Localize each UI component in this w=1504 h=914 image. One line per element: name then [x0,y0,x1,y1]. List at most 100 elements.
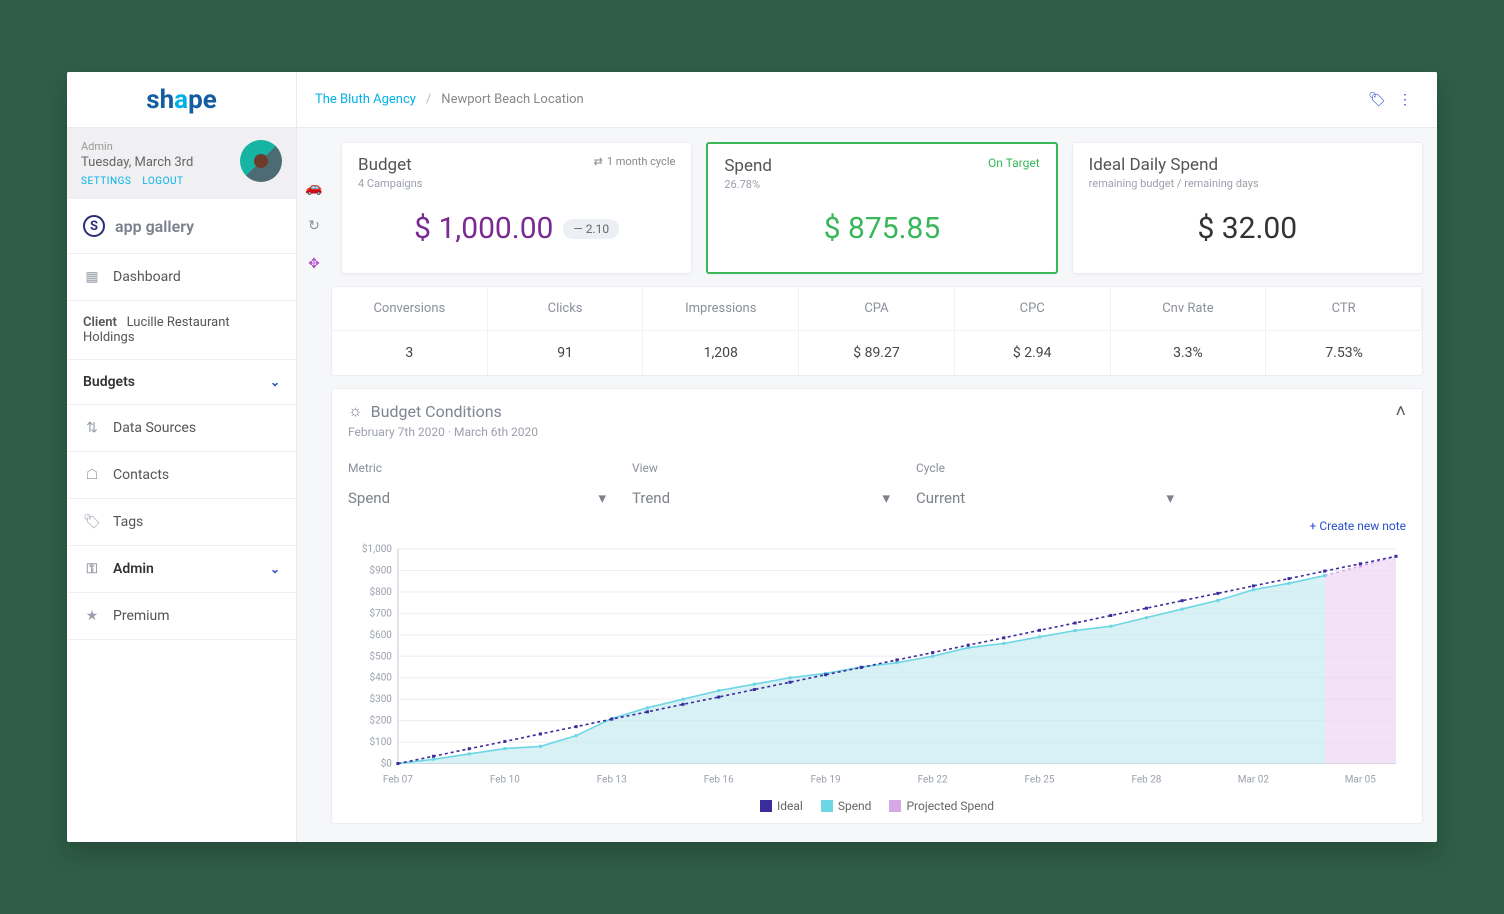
sidebar-item-label: Contacts [113,467,280,483]
svg-text:$600: $600 [369,630,392,641]
kpi-delta-chip: — 2.10 [563,219,619,239]
panel-title: Budget Conditions [371,402,502,421]
data-source-icon: ⇅ [83,419,101,437]
breadcrumb-location: Newport Beach Location [441,92,583,107]
kpi-title: Ideal Daily Spend [1089,155,1259,175]
cycle-icon: ⇄ [594,155,603,168]
kpi-card-spend: Spend 26.78% On Target $ 875.85 [706,142,1057,274]
grid-icon: ▦ [83,268,101,286]
kpi-status: On Target [988,156,1040,170]
budget-conditions-panel: ☼ Budget Conditions February 7th 2020 · … [331,388,1423,824]
svg-text:$200: $200 [369,716,392,727]
breadcrumb-agency[interactable]: The Bluth Agency [315,92,416,107]
client-prefix: Client [83,315,117,330]
sidebar-item-label: Dashboard [113,269,280,285]
user-role: Admin [81,140,230,153]
kpi-value: $ 875.85 [824,211,941,246]
user-box: Admin Tuesday, March 3rd SETTINGS LOGOUT [67,128,296,199]
sidebar-item-dashboard[interactable]: ▦ Dashboard [67,254,296,301]
sidebar-item-admin[interactable]: ⚿ Admin ⌄ [67,546,296,593]
app-gallery-label: app gallery [115,217,194,236]
collapse-panel-icon[interactable]: ˄ [1395,401,1406,422]
kpi-card-budget: Budget 4 Campaigns ⇄ 1 month cycle $ 1,0… [341,142,692,274]
key-icon: ⚿ [83,560,101,578]
tag-action-icon[interactable]: 🏷 [1363,86,1391,114]
caret-down-icon: ▾ [1166,489,1174,507]
sidebar-item-tags[interactable]: 🏷 Tags [67,499,296,546]
metric-value: 91 [488,331,644,375]
star-icon: ★ [83,607,101,625]
more-menu-icon[interactable]: ⋮ [1391,86,1419,114]
svg-text:$0: $0 [381,759,393,770]
svg-text:$100: $100 [369,737,392,748]
svg-text:Feb 16: Feb 16 [704,775,734,786]
weather-icon: ☼ [348,401,363,421]
sidebar-item-premium[interactable]: ★ Premium [67,593,296,640]
metric-value: 1,208 [643,331,799,375]
kpi-sub: 26.78% [724,178,772,191]
legend-ideal: Ideal [777,799,803,813]
svg-text:Mar 05: Mar 05 [1345,775,1377,786]
metric-header: CPC [955,287,1111,331]
filter-label: Metric [348,461,608,475]
create-note-link[interactable]: + Create new note [348,519,1406,533]
kpi-title: Spend [724,156,772,176]
metric-value: $ 89.27 [799,331,955,375]
sidebar-item-label: Budgets [83,374,258,390]
svg-text:Feb 28: Feb 28 [1131,775,1161,786]
logout-link[interactable]: LOGOUT [142,176,183,187]
svg-text:Feb 22: Feb 22 [918,775,948,786]
chevron-down-icon: ⌄ [270,375,280,389]
metric-value: $ 2.94 [955,331,1111,375]
sidebar-client-row[interactable]: Client Lucille Restaurant Holdings [67,301,296,360]
move-icon[interactable]: ✥ [304,254,324,274]
avatar[interactable] [240,140,282,182]
sidebar-item-data-sources[interactable]: ⇅ Data Sources [67,405,296,452]
current-date: Tuesday, March 3rd [81,155,230,170]
car-icon[interactable]: 🚗 [304,178,324,198]
refresh-icon[interactable]: ↻ [304,216,324,236]
legend-proj: Projected Spend [906,799,994,813]
settings-link[interactable]: SETTINGS [81,176,131,187]
svg-text:$500: $500 [369,651,392,662]
view-select[interactable]: Trend▾ [632,485,892,515]
metric-value: 3 [332,331,488,375]
sidebar-item-label: Data Sources [113,420,280,436]
svg-text:Feb 07: Feb 07 [383,775,413,786]
sidebar-item-label: Admin [113,561,258,577]
svg-text:$1,000: $1,000 [362,544,392,555]
logo: shape [67,72,296,128]
metric-select[interactable]: Spend▾ [348,485,608,515]
chart-legend: Ideal Spend Projected Spend [348,799,1406,813]
svg-text:$700: $700 [369,608,392,619]
metrics-table: ConversionsClicksImpressionsCPACPCCnv Ra… [331,286,1423,376]
topbar: The Bluth Agency / Newport Beach Locatio… [297,72,1437,128]
metric-value: 7.53% [1266,331,1422,375]
app-gallery-link[interactable]: S app gallery [67,199,296,254]
chevron-down-icon: ⌄ [270,562,280,576]
metric-header: Cnv Rate [1111,287,1267,331]
svg-text:Feb 13: Feb 13 [597,775,627,786]
svg-text:$300: $300 [369,694,392,705]
caret-down-icon: ▾ [882,489,890,507]
metric-header: CPA [799,287,955,331]
filter-label: View [632,461,892,475]
breadcrumb: The Bluth Agency / Newport Beach Locatio… [315,92,584,107]
svg-text:$800: $800 [369,587,392,598]
metric-header: Impressions [643,287,799,331]
tag-icon: 🏷 [83,513,101,531]
sidebar-item-budgets[interactable]: Budgets ⌄ [67,360,296,405]
app-gallery-icon: S [83,215,105,237]
kpi-card-ideal: Ideal Daily Spend remaining budget / rem… [1072,142,1423,274]
sidebar: shape Admin Tuesday, March 3rd SETTINGS … [67,72,297,842]
metric-header: Clicks [488,287,644,331]
metric-header: Conversions [332,287,488,331]
svg-text:Feb 25: Feb 25 [1025,775,1055,786]
contacts-icon: ☖ [83,466,101,484]
metric-header: CTR [1266,287,1422,331]
cycle-select[interactable]: Current▾ [916,485,1176,515]
kpi-cycle[interactable]: ⇄ 1 month cycle [594,155,676,168]
sidebar-item-contacts[interactable]: ☖ Contacts [67,452,296,499]
vertical-toolbar: 🚗 ↻ ✥ [297,142,331,274]
svg-text:$400: $400 [369,673,392,684]
